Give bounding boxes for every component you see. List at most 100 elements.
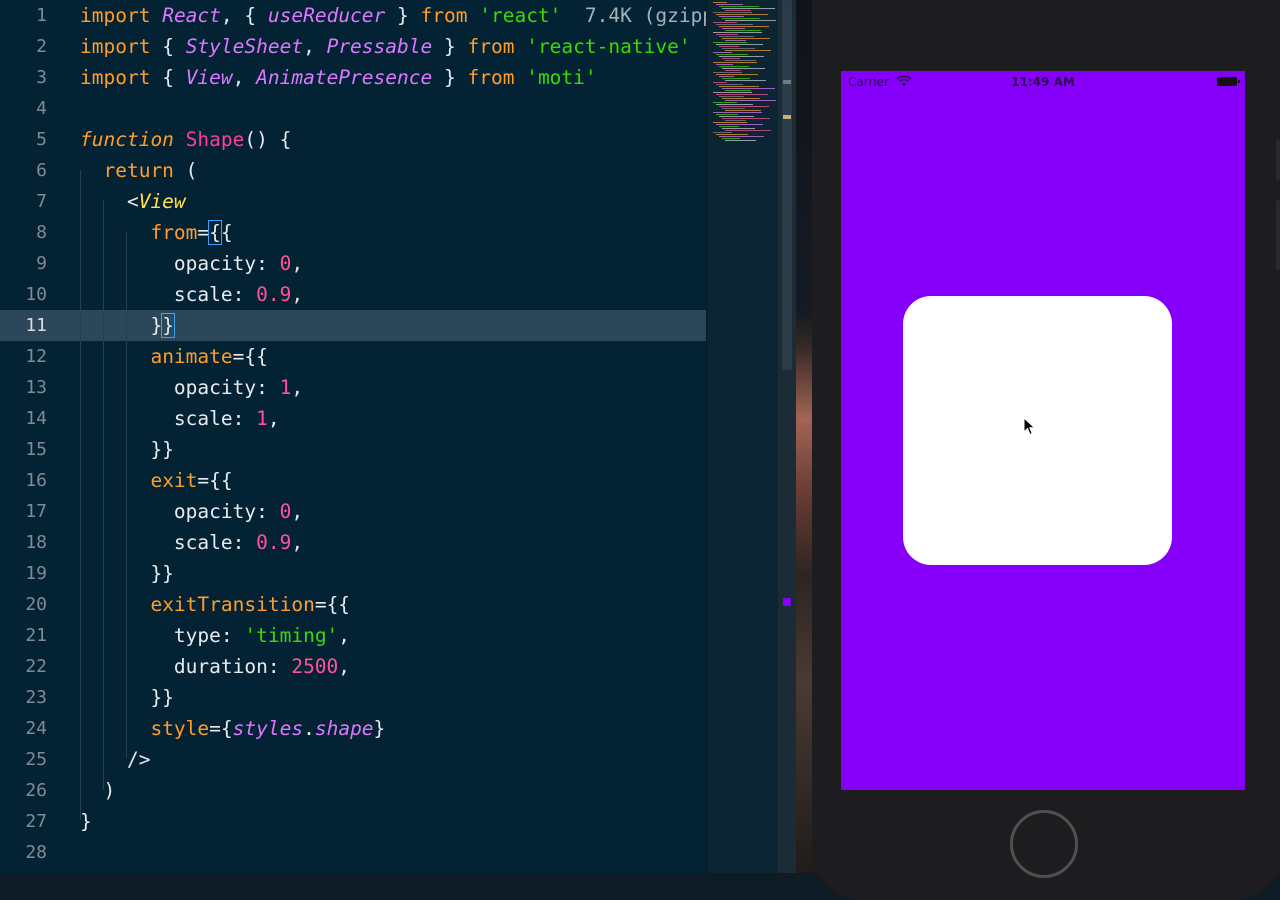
- code-line[interactable]: 21 type: 'timing',: [0, 620, 706, 651]
- code-line[interactable]: 20 exitTransition={{: [0, 589, 706, 620]
- indent-guide: [103, 200, 104, 790]
- code-line[interactable]: 27}: [0, 806, 706, 837]
- minimap-line: [719, 86, 759, 87]
- code-line[interactable]: 19 }}: [0, 558, 706, 589]
- code-line[interactable]: 5 function Shape() {: [0, 124, 706, 155]
- code-line[interactable]: 1 import React, { useReducer } from 'reac…: [0, 0, 749, 31]
- minimap-line: [719, 6, 759, 7]
- minimap-line: [722, 8, 775, 9]
- minimap-line: [716, 134, 748, 135]
- volume-button: [1276, 140, 1280, 180]
- code-text[interactable]: exitTransition={{: [80, 589, 350, 620]
- minimap-line: [716, 84, 743, 85]
- code-text[interactable]: ): [80, 775, 115, 806]
- code-text[interactable]: import { View, AnimatePresence } from 'm…: [80, 62, 597, 93]
- code-text[interactable]: duration: 2500,: [80, 651, 350, 682]
- code-line[interactable]: 4: [0, 93, 706, 124]
- line-number: 4: [36, 98, 47, 119]
- code-text[interactable]: import { StyleSheet, Pressable } from 'r…: [80, 31, 691, 62]
- home-button-icon[interactable]: [1010, 810, 1078, 878]
- minimap-line: [716, 94, 768, 95]
- power-button: [1276, 200, 1280, 270]
- code-line[interactable]: 13 opacity: 1,: [0, 372, 706, 403]
- line-number: 2: [36, 36, 47, 57]
- line-number: 20: [25, 594, 47, 615]
- code-line[interactable]: 17 opacity: 0,: [0, 496, 706, 527]
- code-line[interactable]: 18 scale: 0.9,: [0, 527, 706, 558]
- minimap-line: [722, 98, 760, 99]
- line-number: 21: [25, 625, 47, 646]
- minimap-line: [725, 50, 771, 51]
- minimap-line: [722, 58, 740, 59]
- minimap-line: [719, 66, 749, 67]
- line-number: 14: [25, 408, 47, 429]
- code-line[interactable]: 23 }}: [0, 682, 706, 713]
- scrollbar-marker: [783, 598, 791, 606]
- animated-shape[interactable]: [903, 296, 1172, 565]
- editor-scrollbar[interactable]: [778, 0, 796, 873]
- code-line[interactable]: 8 from={{: [0, 217, 706, 248]
- code-text[interactable]: function Shape() {: [80, 124, 291, 155]
- code-line[interactable]: 11 }}: [0, 310, 706, 341]
- battery-icon: [1217, 77, 1240, 86]
- line-number: 17: [25, 501, 47, 522]
- line-number: 28: [25, 842, 47, 863]
- code-text[interactable]: opacity: 0,: [80, 496, 303, 527]
- code-text[interactable]: scale: 0.9,: [80, 527, 303, 558]
- code-text[interactable]: }: [80, 806, 92, 837]
- code-text[interactable]: opacity: 1,: [80, 372, 303, 403]
- minimap-line: [725, 40, 746, 41]
- code-line[interactable]: 14 scale: 1,: [0, 403, 706, 434]
- code-line[interactable]: 2 import { StyleSheet, Pressable } from '…: [0, 31, 706, 62]
- scrollbar-thumb[interactable]: [782, 0, 792, 370]
- line-number: 9: [36, 253, 47, 274]
- line-number: 24: [25, 718, 47, 739]
- minimap-line: [713, 72, 742, 73]
- minimap-line: [722, 88, 775, 89]
- code-text[interactable]: type: 'timing',: [80, 620, 350, 651]
- minimap-line: [713, 132, 732, 133]
- minimap-line: [713, 92, 752, 93]
- code-text[interactable]: />: [80, 744, 151, 775]
- code-line[interactable]: 22 duration: 2500,: [0, 651, 706, 682]
- code-line[interactable]: 3 import { View, AnimatePresence } from '…: [0, 62, 706, 93]
- status-bar: Carrier 11:49 AM: [841, 71, 1245, 93]
- code-line[interactable]: 6 return (: [0, 155, 706, 186]
- minimap-line: [719, 126, 739, 127]
- line-number: 22: [25, 656, 47, 677]
- minimap-line: [725, 130, 771, 131]
- code-text[interactable]: scale: 0.9,: [80, 279, 303, 310]
- minimap-line: [716, 124, 763, 125]
- code-text[interactable]: import React, { useReducer } from 'react…: [80, 0, 749, 31]
- code-text[interactable]: opacity: 0,: [80, 248, 303, 279]
- line-number: 1: [36, 5, 47, 26]
- code-line[interactable]: 16 exit={{: [0, 465, 706, 496]
- code-line[interactable]: 10 scale: 0.9,: [0, 279, 706, 310]
- scrollbar-marker: [783, 80, 791, 84]
- code-line[interactable]: 25 />: [0, 744, 706, 775]
- minimap-line: [713, 12, 752, 13]
- minimap-line: [719, 56, 764, 57]
- indent-guide: [80, 170, 81, 820]
- minimap-line: [722, 18, 760, 19]
- minimap-line: [713, 22, 737, 23]
- minimap-line: [725, 70, 741, 71]
- line-number: 7: [36, 191, 47, 212]
- code-line[interactable]: 24 style={styles.shape}: [0, 713, 706, 744]
- code-line[interactable]: 28: [0, 837, 706, 868]
- line-number: 27: [25, 811, 47, 832]
- code-line[interactable]: 12 animate={{: [0, 341, 706, 372]
- code-text[interactable]: <View: [80, 186, 186, 217]
- code-line[interactable]: 15 }}: [0, 434, 706, 465]
- code-text[interactable]: animate={{: [80, 341, 267, 372]
- code-line[interactable]: 9 opacity: 0,: [0, 248, 706, 279]
- code-editor[interactable]: 1 import React, { useReducer } from 'reac…: [0, 0, 749, 873]
- code-text[interactable]: return (: [80, 155, 197, 186]
- minimap[interactable]: [706, 0, 779, 873]
- minimap-line: [722, 128, 755, 129]
- line-number: 26: [25, 780, 47, 801]
- simulator-screen[interactable]: Carrier 11:49 AM: [841, 71, 1245, 790]
- code-text[interactable]: scale: 1,: [80, 403, 280, 434]
- code-line[interactable]: 26 ): [0, 775, 706, 806]
- code-line[interactable]: 7 <View: [0, 186, 706, 217]
